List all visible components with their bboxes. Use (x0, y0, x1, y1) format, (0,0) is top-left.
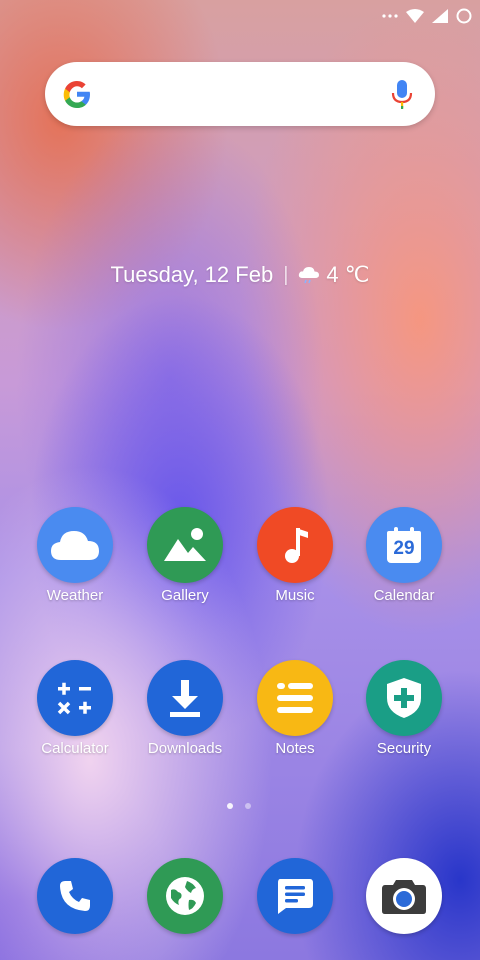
cloud-icon (51, 531, 99, 560)
google-g-icon (63, 81, 90, 108)
landscape-icon (164, 528, 206, 561)
temperature-text: 4 ℃ (326, 262, 370, 287)
app-icon (147, 507, 223, 583)
music-note-icon (285, 528, 308, 563)
app-music[interactable]: Music (240, 507, 350, 604)
globe-icon (166, 877, 204, 915)
app-icon (147, 660, 223, 736)
app-icon (257, 660, 333, 736)
date-weather-widget[interactable]: Tuesday, 12 Feb | 4 ℃ (0, 262, 480, 288)
app-label: Calculator (41, 740, 109, 757)
message-icon (278, 879, 313, 914)
download-icon (170, 680, 200, 717)
app-icon (37, 858, 113, 934)
dock-camera[interactable] (349, 858, 459, 934)
app-icon: 29 (366, 507, 442, 583)
app-downloads[interactable]: Downloads (130, 660, 240, 757)
phone-icon (60, 881, 90, 911)
app-label: Music (275, 587, 315, 604)
signal-icon (432, 9, 448, 23)
dock-messages[interactable] (240, 858, 350, 934)
shield-plus-icon (387, 678, 421, 718)
google-search-bar[interactable] (45, 62, 435, 126)
app-calendar[interactable]: 29 Calendar (349, 507, 459, 604)
page-dot-active (227, 803, 233, 809)
battery-ring-icon (456, 8, 472, 24)
date-text: Tuesday, 12 Feb (110, 262, 274, 287)
app-label: Calendar (373, 587, 435, 604)
app-icon (147, 858, 223, 934)
app-icon (37, 660, 113, 736)
calculator-icon (57, 682, 91, 715)
app-security[interactable]: Security (349, 660, 459, 757)
notes-icon (277, 683, 313, 713)
microphone-icon[interactable] (391, 78, 413, 110)
wifi-icon (406, 9, 424, 23)
app-label: Gallery (161, 587, 209, 604)
separator: | (283, 263, 289, 286)
dock-browser[interactable] (130, 858, 240, 934)
app-icon (366, 660, 442, 736)
app-icon (37, 507, 113, 583)
dock-phone[interactable] (20, 858, 130, 934)
calendar-date: 29 (393, 538, 415, 559)
app-calculator[interactable]: Calculator (20, 660, 130, 757)
app-notes[interactable]: Notes (240, 660, 350, 757)
app-label: Notes (275, 740, 315, 757)
more-dots-icon (382, 14, 398, 18)
page-dot (245, 803, 251, 809)
app-label: Security (376, 740, 432, 757)
status-bar (382, 6, 472, 26)
camera-icon (382, 880, 426, 914)
app-icon (257, 858, 333, 934)
app-label: Weather (46, 587, 104, 604)
cloud-rain-icon (299, 267, 320, 284)
app-label: Downloads (147, 740, 223, 757)
app-icon (257, 507, 333, 583)
app-gallery[interactable]: Gallery (130, 507, 240, 604)
page-indicator (227, 803, 251, 809)
app-weather[interactable]: Weather (20, 507, 130, 604)
app-icon (366, 858, 442, 934)
